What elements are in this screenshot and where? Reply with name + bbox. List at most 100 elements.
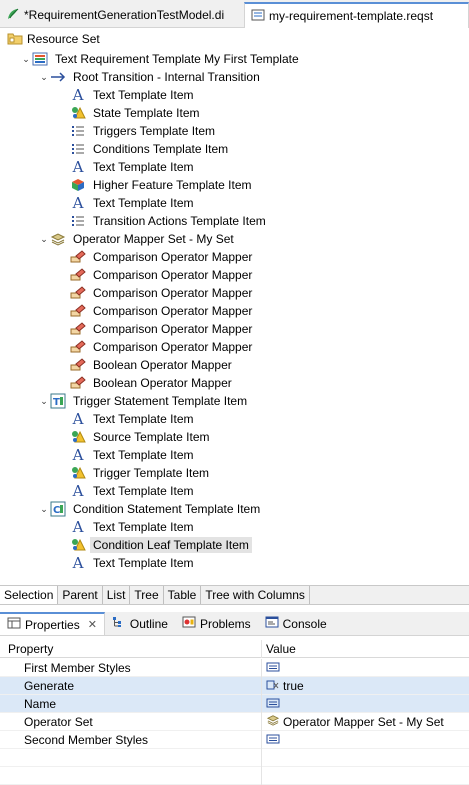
tree-item-label: Comparison Operator Mapper — [93, 304, 253, 318]
svg-text:C: C — [53, 505, 60, 516]
papyrus-icon — [6, 7, 20, 24]
property-value-cell[interactable]: true — [262, 677, 469, 695]
tree-item-label: Text Template Item — [93, 556, 194, 570]
property-row-name[interactable]: Name — [0, 694, 469, 713]
tree-item-comparison-mapper[interactable]: Comparison Operator Mapper — [70, 248, 255, 266]
property-row-generate[interactable]: Generate true — [0, 676, 469, 695]
property-row-empty — [0, 766, 469, 785]
column-header-value[interactable]: Value — [262, 640, 469, 658]
tree-item-label: Text Template Item — [93, 484, 194, 498]
resource-set-icon — [7, 31, 23, 48]
tree-item-text-template[interactable]: A Text Template Item — [70, 410, 197, 428]
tree-item-text-template[interactable]: A Text Template Item — [70, 86, 197, 104]
empty-cell — [0, 748, 262, 767]
tree-item-template[interactable]: ⌄ Text Requirement Template My First Tem… — [20, 50, 302, 68]
tree-item-higher-feature-template[interactable]: Higher Feature Template Item — [70, 176, 255, 194]
chevron-down-icon[interactable]: ⌄ — [20, 50, 32, 68]
tab-problems[interactable]: Problems — [175, 612, 258, 635]
tree-item-label: Comparison Operator Mapper — [93, 340, 253, 354]
tab-selection[interactable]: Selection — [0, 586, 59, 604]
tree-item-transition-actions-template[interactable]: Transition Actions Template Item — [70, 212, 269, 230]
empty-cell — [262, 767, 469, 785]
property-name: Operator Set — [0, 712, 262, 731]
mapper-set-icon — [50, 231, 66, 247]
viewer-tab-bar: Selection Parent List Tree Table Tree wi… — [0, 585, 469, 605]
close-icon[interactable]: ✕ — [88, 618, 97, 631]
console-icon — [265, 616, 279, 631]
state-icon — [70, 429, 86, 445]
tree-item-trigger-statement[interactable]: ⌄ T Trigger Statement Template Item — [38, 392, 250, 410]
tree-item-label: Text Template Item — [93, 520, 194, 534]
tree-item-condition-statement[interactable]: ⌄ C Condition Statement Template Item — [38, 500, 263, 518]
tab-outline[interactable]: Outline — [105, 612, 175, 635]
tree-item-text-template[interactable]: A Text Template Item — [70, 482, 197, 500]
tab-parent[interactable]: Parent — [58, 586, 103, 604]
tab-tree-with-columns[interactable]: Tree with Columns — [201, 586, 310, 604]
tree-item-comparison-mapper[interactable]: Comparison Operator Mapper — [70, 302, 255, 320]
chevron-down-icon[interactable]: ⌄ — [38, 500, 50, 518]
tree-item-text-template[interactable]: A Text Template Item — [70, 554, 197, 572]
tree-item-root-transition[interactable]: ⌄ Root Transition - Internal Transition — [38, 68, 263, 86]
state-icon — [70, 105, 86, 121]
column-header-property[interactable]: Property — [0, 639, 262, 658]
property-row-second-member-styles[interactable]: Second Member Styles — [0, 730, 469, 749]
tree-item-boolean-mapper[interactable]: Boolean Operator Mapper — [70, 374, 235, 392]
tab-label: Console — [282, 616, 327, 631]
tree-item-label: Trigger Statement Template Item — [73, 394, 248, 408]
tree-item-text-template[interactable]: A Text Template Item — [70, 158, 197, 176]
tree-item-state-template[interactable]: State Template Item — [70, 104, 203, 122]
tree-item-source-template[interactable]: Source Template Item — [70, 428, 213, 446]
tree-item-text-template[interactable]: A Text Template Item — [70, 446, 197, 464]
condition-statement-icon: C — [50, 501, 66, 517]
resource-set-label: Resource Set — [27, 32, 100, 46]
tab-list[interactable]: List — [103, 586, 131, 604]
tab-console[interactable]: Console — [258, 612, 334, 635]
list-icon — [70, 213, 86, 229]
tab-label: Outline — [129, 616, 168, 631]
cube-icon — [70, 177, 86, 193]
svg-text:T: T — [53, 397, 60, 408]
tree-item-text-template[interactable]: A Text Template Item — [70, 518, 197, 536]
boolean-value-icon — [266, 679, 280, 693]
properties-icon — [7, 617, 21, 632]
tree-item-trigger-template[interactable]: Trigger Template Item — [70, 464, 212, 482]
property-row-first-member-styles[interactable]: First Member Styles — [0, 658, 469, 677]
text-a-icon: A — [72, 518, 84, 536]
property-value-cell[interactable] — [262, 695, 469, 713]
text-a-icon: A — [72, 410, 84, 428]
mapper-icon — [70, 249, 86, 265]
property-value-cell[interactable] — [262, 659, 469, 677]
tree-item-comparison-mapper[interactable]: Comparison Operator Mapper — [70, 266, 255, 284]
tree-item-boolean-mapper[interactable]: Boolean Operator Mapper — [70, 356, 235, 374]
mapper-icon — [70, 267, 86, 283]
chevron-down-icon[interactable]: ⌄ — [38, 392, 50, 410]
chevron-down-icon[interactable]: ⌄ — [38, 230, 50, 248]
text-a-icon: A — [72, 482, 84, 500]
tree-item-operator-mapper-set[interactable]: ⌄ Operator Mapper Set - My Set — [38, 230, 237, 248]
tree-item-comparison-mapper[interactable]: Comparison Operator Mapper — [70, 284, 255, 302]
list-value-icon — [266, 697, 280, 711]
tab-table[interactable]: Table — [164, 586, 202, 604]
property-value-cell[interactable] — [262, 731, 469, 749]
tab-di-model[interactable]: *RequirementGenerationTestModel.di — [0, 2, 242, 28]
tree-item-condition-leaf-template[interactable]: Condition Leaf Template Item — [66, 536, 252, 554]
properties-header: Property Value — [0, 639, 469, 658]
tab-tree[interactable]: Tree — [130, 586, 164, 604]
mapper-icon — [70, 339, 86, 355]
tree-item-triggers-template[interactable]: Triggers Template Item — [70, 122, 218, 140]
resource-set-row[interactable]: Resource Set — [0, 29, 469, 49]
list-icon — [70, 141, 86, 157]
tree-item-label: Trigger Template Item — [93, 466, 210, 480]
tab-reqst-file[interactable]: my-requirement-template.reqst — [244, 2, 469, 28]
tree-item-comparison-mapper[interactable]: Comparison Operator Mapper — [70, 338, 255, 356]
tree-item-conditions-template[interactable]: Conditions Template Item — [70, 140, 231, 158]
mapper-icon — [70, 321, 86, 337]
property-value-cell[interactable]: Operator Mapper Set - My Set — [262, 713, 469, 731]
property-row-empty — [0, 748, 469, 767]
tree-item-comparison-mapper[interactable]: Comparison Operator Mapper — [70, 320, 255, 338]
tree-item-text-template[interactable]: A Text Template Item — [70, 194, 197, 212]
property-row-operator-set[interactable]: Operator Set Operator Mapper Set - My Se… — [0, 712, 469, 731]
tab-properties[interactable]: Properties ✕ — [0, 612, 105, 635]
chevron-down-icon[interactable]: ⌄ — [38, 68, 50, 86]
list-value-icon — [266, 661, 280, 675]
